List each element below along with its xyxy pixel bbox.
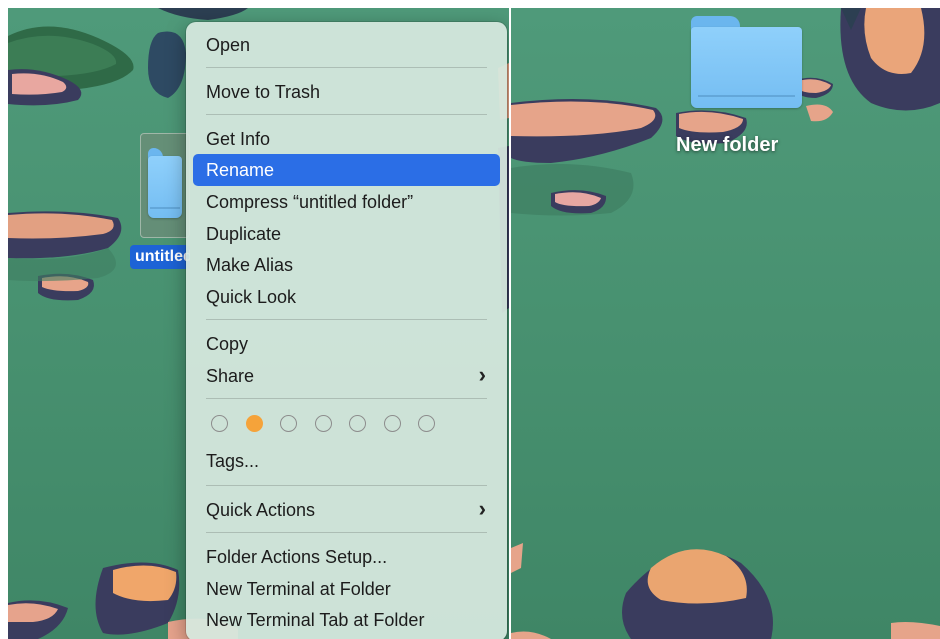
menu-item-share[interactable]: Share ›: [193, 360, 500, 392]
desktop-left-screenshot: untitled folder Open Move to Trash Get I…: [8, 8, 509, 639]
menu-separator: [206, 532, 487, 533]
menu-item-compress[interactable]: Compress “untitled folder”: [193, 186, 500, 218]
menu-item-quick-look[interactable]: Quick Look: [193, 281, 500, 313]
menu-item-tags[interactable]: Tags...: [193, 445, 500, 477]
menu-item-folder-actions-setup[interactable]: Folder Actions Setup...: [193, 541, 500, 573]
menu-item-share-label: Share: [206, 366, 255, 386]
selected-folder-label[interactable]: untitled folder: [130, 245, 190, 269]
chevron-right-icon: ›: [478, 362, 486, 387]
tag-color-circle[interactable]: [280, 415, 297, 432]
menu-item-quick-actions-label: Quick Actions: [206, 500, 316, 520]
tag-color-circle[interactable]: [418, 415, 435, 432]
tag-color-circle[interactable]: [245, 415, 263, 432]
menu-item-open[interactable]: Open: [193, 29, 500, 61]
menu-separator: [206, 398, 487, 399]
context-menu: Open Move to Trash Get Info Rename Compr…: [186, 22, 507, 639]
menu-separator: [206, 485, 487, 486]
tag-color-circle[interactable]: [211, 415, 228, 432]
desktop-right-screenshot: New folder: [511, 8, 940, 639]
new-folder-label[interactable]: New folder: [676, 134, 778, 157]
menu-item-quick-actions[interactable]: Quick Actions ›: [193, 494, 500, 526]
menu-separator: [206, 114, 487, 115]
menu-item-duplicate[interactable]: Duplicate: [193, 218, 500, 250]
menu-item-make-alias[interactable]: Make Alias: [193, 249, 500, 281]
menu-item-new-terminal-tab[interactable]: New Terminal Tab at Folder: [193, 604, 500, 636]
chevron-right-icon: ›: [478, 496, 486, 521]
menu-separator: [206, 319, 487, 320]
folder-icon[interactable]: [148, 148, 182, 218]
menu-item-move-to-trash[interactable]: Move to Trash: [193, 76, 500, 108]
tag-color-circle[interactable]: [349, 415, 366, 432]
tag-color-circle[interactable]: [314, 415, 332, 432]
menu-item-get-info[interactable]: Get Info: [193, 123, 500, 155]
menu-item-rename[interactable]: Rename: [193, 154, 500, 186]
tag-color-circle[interactable]: [383, 415, 401, 432]
menu-item-new-terminal[interactable]: New Terminal at Folder: [193, 573, 500, 605]
menu-separator: [206, 67, 487, 68]
menu-item-copy[interactable]: Copy: [193, 328, 500, 360]
folder-icon[interactable]: [691, 16, 802, 108]
